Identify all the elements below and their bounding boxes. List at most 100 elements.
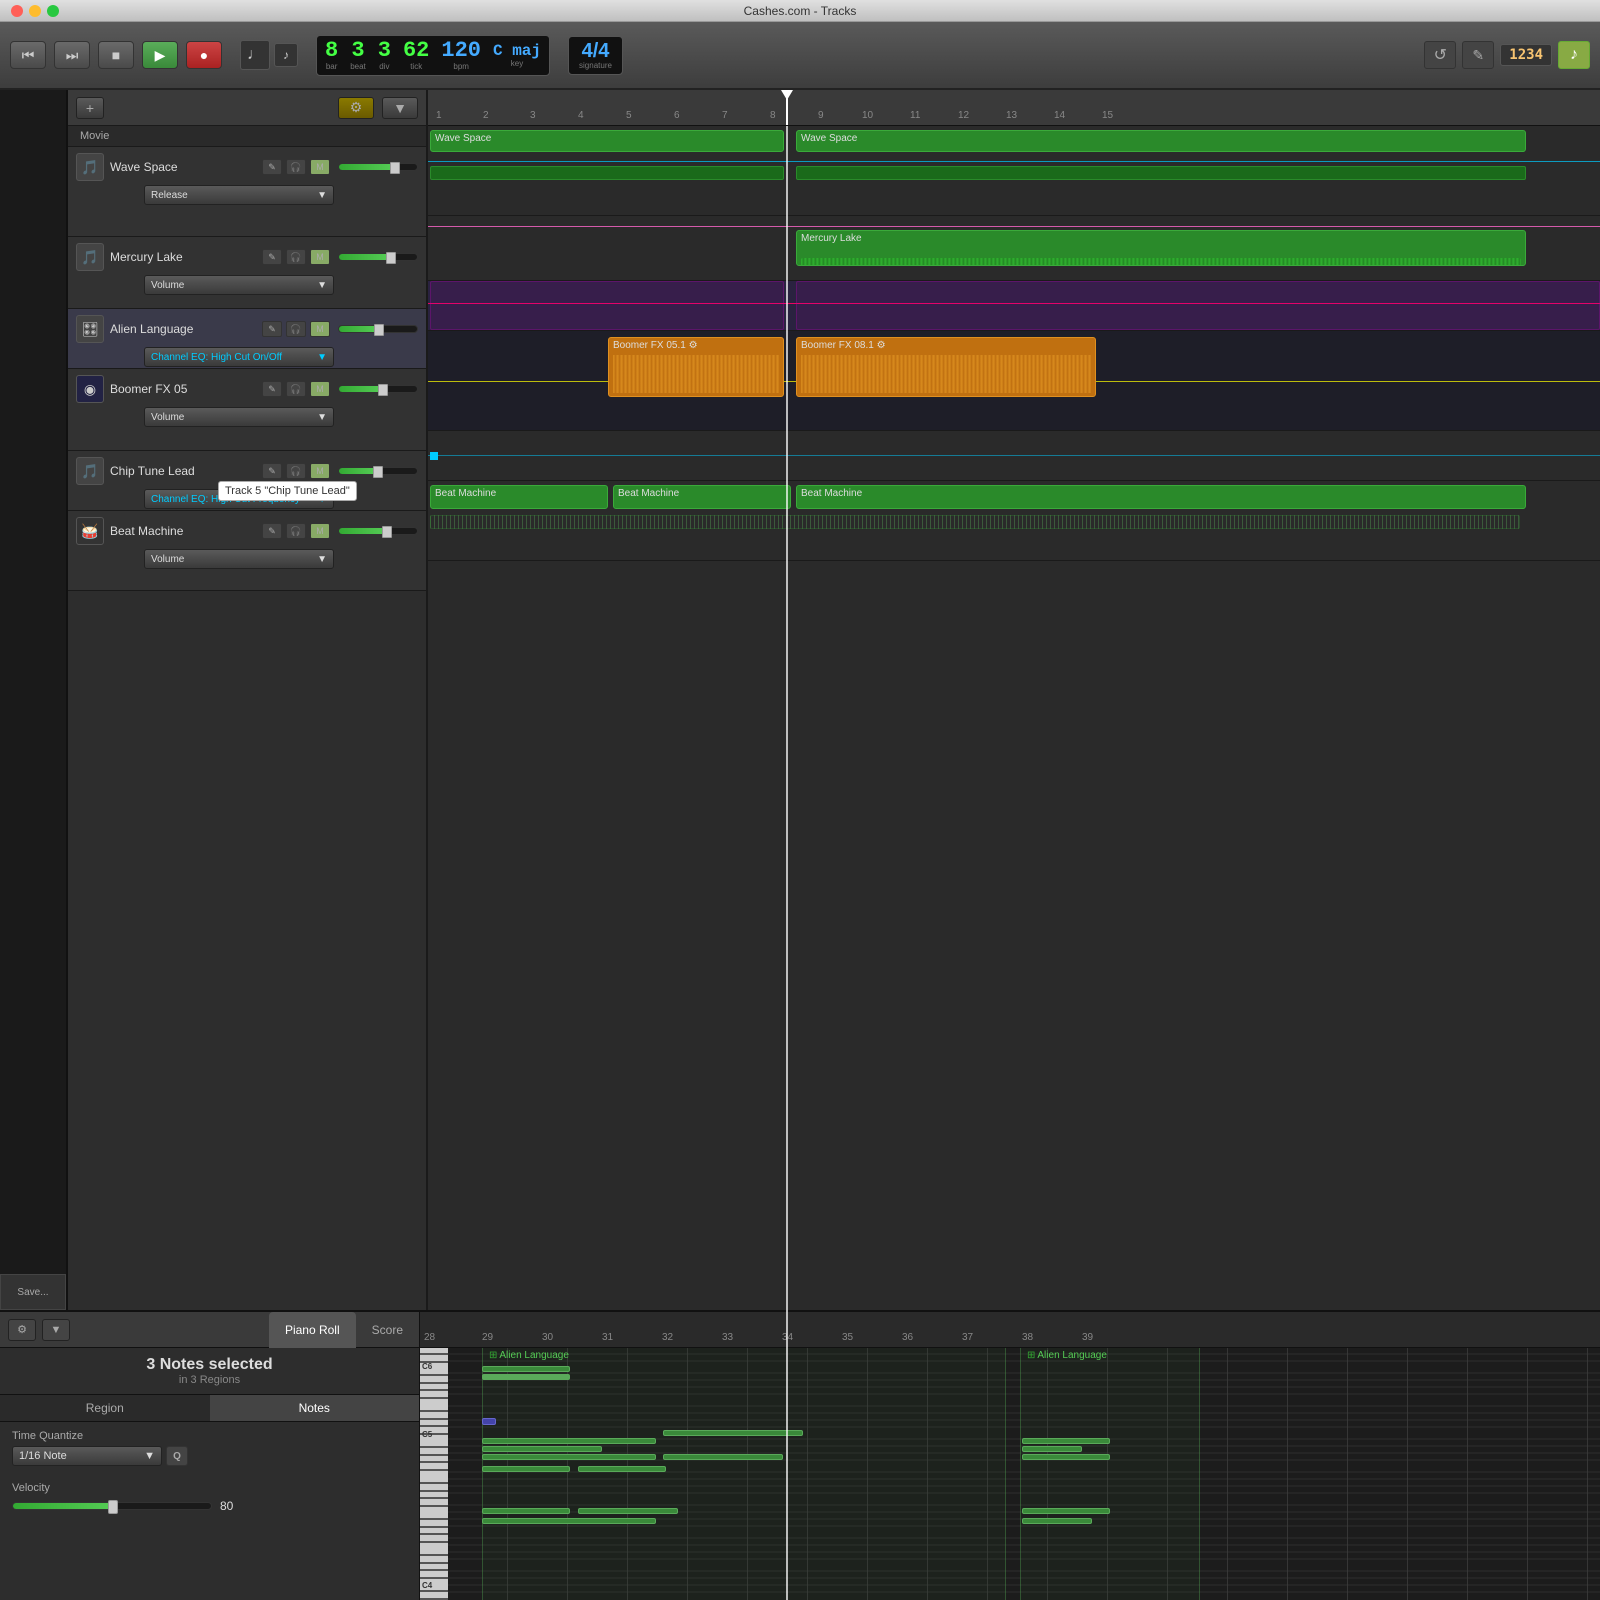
- window-controls[interactable]: [8, 5, 62, 17]
- region-wave-space-1[interactable]: Wave Space: [430, 130, 784, 152]
- pr-ruler: 28 29 30 31 32 33 34 35 36 37 38 39: [420, 1312, 1600, 1348]
- track-lane-alien-language: [428, 281, 1600, 331]
- region-beat-machine-2[interactable]: Beat Machine: [613, 485, 791, 509]
- track-edit-btn[interactable]: ✎: [262, 249, 282, 265]
- save-button[interactable]: Save...: [0, 1274, 66, 1310]
- pr-note[interactable]: [482, 1366, 570, 1372]
- region-beat-machine-1[interactable]: Beat Machine: [430, 485, 608, 509]
- region-boomer-05[interactable]: Boomer FX 05.1 ⚙: [608, 337, 784, 397]
- tab-region[interactable]: Region: [0, 1395, 210, 1421]
- velocity-slider[interactable]: [12, 1502, 212, 1510]
- track-headphone-btn[interactable]: 🎧: [286, 381, 306, 397]
- track-headphone-btn[interactable]: 🎧: [286, 249, 306, 265]
- quantize-button[interactable]: Q: [166, 1446, 188, 1466]
- wave-space-sub-bar-1: [430, 166, 784, 180]
- track-wave-space-fader[interactable]: [338, 163, 418, 171]
- ruler-mark: 11: [910, 110, 920, 121]
- pr-note[interactable]: [482, 1508, 570, 1514]
- track-mute-btn[interactable]: M: [310, 249, 330, 265]
- track-boomer-fx-dropdown-area: Volume▼: [110, 407, 418, 427]
- rewind-button[interactable]: ⏮: [10, 41, 46, 69]
- track-mercury-lake-dropdown[interactable]: Volume▼: [144, 275, 334, 295]
- track-wave-space-dropdown[interactable]: Release▼: [144, 185, 334, 205]
- pr-region-notes-tabs: Region Notes: [0, 1395, 419, 1422]
- quantize-select[interactable]: 1/16 Note ▼: [12, 1446, 162, 1466]
- pr-settings-button[interactable]: ⚙: [8, 1319, 36, 1341]
- track-options-button[interactable]: ⚙: [338, 97, 374, 119]
- region-mercury-lake[interactable]: Mercury Lake: [796, 230, 1526, 266]
- pr-note[interactable]: [1022, 1518, 1092, 1524]
- track-mute-btn[interactable]: M: [310, 159, 330, 175]
- tab-score[interactable]: Score: [356, 1312, 419, 1348]
- pr-note[interactable]: [578, 1508, 678, 1514]
- pr-region-2[interactable]: ⊞ Alien Language: [1020, 1348, 1200, 1600]
- pr-note[interactable]: [578, 1466, 666, 1472]
- pr-note[interactable]: [482, 1466, 570, 1472]
- close-dot[interactable]: [11, 5, 23, 17]
- playhead[interactable]: [786, 90, 788, 125]
- stop-button[interactable]: ■: [98, 41, 134, 69]
- pr-note[interactable]: [482, 1438, 656, 1444]
- cycle-button[interactable]: ↺: [1424, 41, 1456, 69]
- tab-piano-roll[interactable]: Piano Roll: [269, 1312, 356, 1348]
- track-headphone-btn[interactable]: 🎧: [286, 321, 306, 337]
- record-button[interactable]: ●: [186, 41, 222, 69]
- maximize-dot[interactable]: [47, 5, 59, 17]
- track-headphone-btn[interactable]: 🎧: [286, 523, 306, 539]
- forward-button[interactable]: ⏭: [54, 41, 90, 69]
- pr-note[interactable]: [663, 1454, 783, 1460]
- velocity-knob[interactable]: [108, 1500, 118, 1514]
- alien-language-region-1[interactable]: [430, 281, 784, 330]
- pr-note-selected[interactable]: [482, 1374, 570, 1380]
- piano-roll-sidebar: ⚙ ▼ Piano Roll Score 3 Notes selected in…: [0, 1312, 420, 1600]
- track-mute-btn[interactable]: M: [310, 321, 330, 337]
- track-filter-button[interactable]: ▼: [382, 97, 418, 119]
- track-mute-btn[interactable]: M: [310, 463, 330, 479]
- counter-display: 1234: [1500, 44, 1552, 66]
- track-mercury-lake-fader[interactable]: [338, 253, 418, 261]
- add-track-button[interactable]: +: [76, 97, 104, 119]
- pr-note[interactable]: [1022, 1508, 1110, 1514]
- track-edit-btn[interactable]: ✎: [262, 523, 282, 539]
- play-button[interactable]: ▶: [142, 41, 178, 69]
- track-boomer-fx-fader[interactable]: [338, 385, 418, 393]
- track-beat-machine-fader[interactable]: [338, 527, 418, 535]
- pr-note[interactable]: [1022, 1454, 1110, 1460]
- track-headphone-btn[interactable]: 🎧: [286, 159, 306, 175]
- track-edit-btn[interactable]: ✎: [262, 463, 282, 479]
- region-beat-machine-3[interactable]: Beat Machine: [796, 485, 1526, 509]
- midi-button[interactable]: ✎: [1462, 41, 1494, 69]
- track-beat-machine-name: Beat Machine: [110, 524, 256, 538]
- velocity-section: Velocity 80: [12, 1482, 407, 1514]
- velocity-control: 80: [12, 1498, 407, 1514]
- track-edit-btn[interactable]: ✎: [262, 159, 282, 175]
- smart-tempo-button[interactable]: ♪: [1558, 41, 1590, 69]
- pr-note[interactable]: [1022, 1438, 1110, 1444]
- minimize-dot[interactable]: [29, 5, 41, 17]
- track-headphone-btn[interactable]: 🎧: [286, 463, 306, 479]
- piano-keys: C5 C6 C4: [420, 1348, 448, 1600]
- region-boomer-08[interactable]: Boomer FX 08.1 ⚙: [796, 337, 1096, 397]
- track-alien-language-dropdown[interactable]: Channel EQ: High Cut On/Off▼: [144, 347, 334, 367]
- pr-note[interactable]: [1022, 1446, 1082, 1452]
- track-chip-tune-fader[interactable]: [338, 467, 418, 475]
- track-beat-machine-dropdown[interactable]: Volume▼: [144, 549, 334, 569]
- pr-filter-button[interactable]: ▼: [42, 1319, 70, 1341]
- track-alien-language-fader[interactable]: [338, 325, 418, 333]
- track-edit-btn[interactable]: ✎: [262, 381, 282, 397]
- track-mute-btn[interactable]: M: [310, 523, 330, 539]
- pr-note-selected-blue[interactable]: [482, 1418, 496, 1425]
- region-wave-space-2[interactable]: Wave Space: [796, 130, 1526, 152]
- track-edit-btn[interactable]: ✎: [262, 321, 282, 337]
- track-boomer-fx-dropdown[interactable]: Volume▼: [144, 407, 334, 427]
- pr-note[interactable]: [482, 1518, 656, 1524]
- track-mute-btn[interactable]: M: [310, 381, 330, 397]
- alien-language-region-2[interactable]: [796, 281, 1600, 330]
- metronome-icon: ♪: [274, 43, 298, 67]
- pr-mark: 31: [602, 1332, 613, 1343]
- pr-region-1[interactable]: ⊞ Alien Language: [482, 1348, 1006, 1600]
- pr-note[interactable]: [663, 1430, 803, 1436]
- tab-notes[interactable]: Notes: [210, 1395, 420, 1421]
- pr-note[interactable]: [482, 1446, 602, 1452]
- pr-note[interactable]: [482, 1454, 656, 1460]
